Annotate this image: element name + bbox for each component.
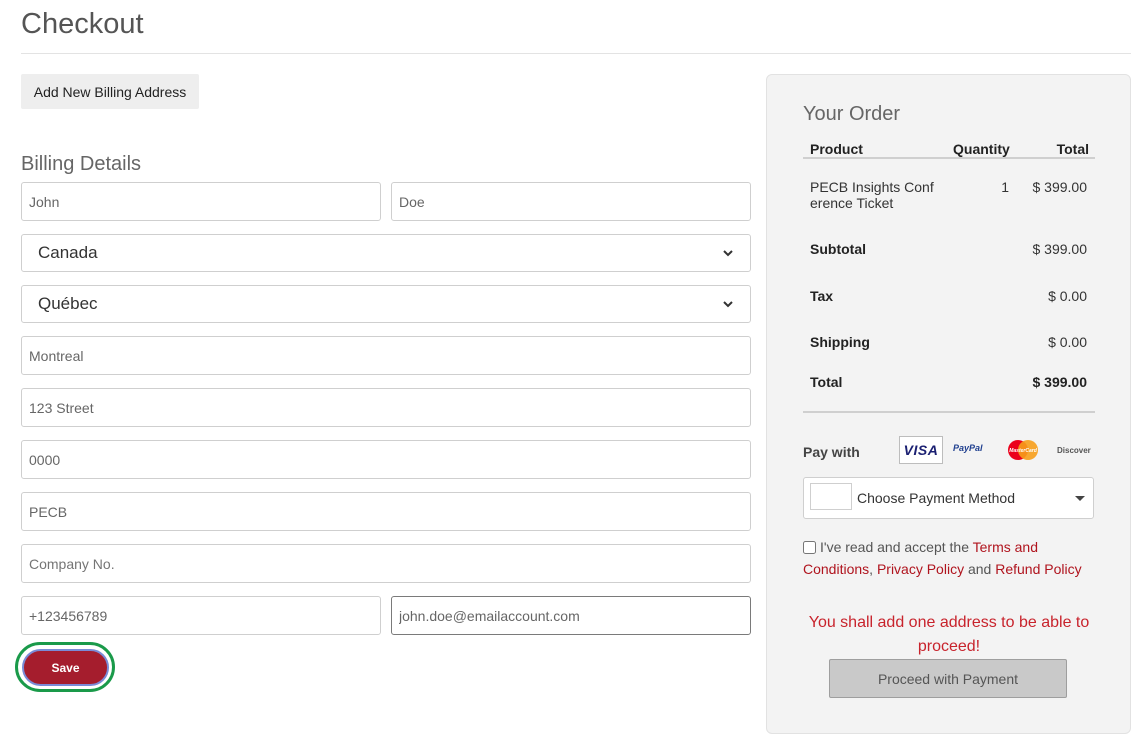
email-input[interactable] <box>391 596 751 635</box>
title-divider <box>21 53 1131 54</box>
first-name-input[interactable] <box>21 182 381 221</box>
total-value: $ 399.00 <box>1032 374 1088 390</box>
terms-and: and <box>964 561 996 577</box>
company-number-input[interactable] <box>21 544 751 583</box>
city-input[interactable] <box>21 336 751 375</box>
visa-icon: VISA <box>899 436 943 464</box>
last-name-input[interactable] <box>391 182 751 221</box>
proceed-with-payment-button[interactable]: Proceed with Payment <box>829 659 1067 698</box>
payment-method-select[interactable]: Choose Payment Method <box>803 477 1094 519</box>
street-input[interactable] <box>21 388 751 427</box>
caret-down-icon <box>1075 496 1085 501</box>
phone-input[interactable] <box>21 596 381 635</box>
terms-separator: , <box>869 561 877 577</box>
header-product: Product <box>810 141 863 157</box>
country-value: Canada <box>38 243 98 262</box>
product-name-line1: PECB Insights Conf <box>810 179 934 195</box>
chevron-down-icon <box>723 301 733 308</box>
save-button[interactable]: Save <box>22 649 109 686</box>
total-divider <box>803 411 1095 413</box>
province-value: Québec <box>38 294 98 313</box>
header-quantity: Quantity <box>953 141 1010 157</box>
discover-icon: Discover <box>1057 446 1091 455</box>
order-title: Your Order <box>803 103 901 125</box>
paypal-icon: PayPal <box>953 443 983 453</box>
header-total: Total <box>1056 141 1089 157</box>
terms-prefix: I've read and accept the <box>820 539 973 555</box>
country-select[interactable]: Canada <box>21 234 751 272</box>
privacy-policy-link[interactable]: Privacy Policy <box>877 561 964 577</box>
page-title: Checkout <box>21 8 144 40</box>
company-input[interactable] <box>21 492 751 531</box>
tax-value: $ 0.00 <box>1048 288 1087 304</box>
svg-text:MasterCard: MasterCard <box>1009 448 1037 454</box>
subtotal-value: $ 399.00 <box>1032 241 1088 257</box>
terms-consent: I've read and accept the Terms and Condi… <box>803 536 1103 580</box>
shipping-label: Shipping <box>810 334 870 350</box>
total-label: Total <box>810 374 843 390</box>
billing-details-title: Billing Details <box>21 153 142 175</box>
refund-policy-link[interactable]: Refund Policy <box>995 561 1081 577</box>
payment-method-placeholder: Choose Payment Method <box>857 490 1015 506</box>
payment-method-thumbnail <box>810 483 852 510</box>
terms-checkbox[interactable] <box>803 541 816 554</box>
product-total: $ 399.00 <box>1032 179 1088 195</box>
product-name-line2: erence Ticket <box>810 195 894 211</box>
header-divider <box>803 157 1095 159</box>
province-select[interactable]: Québec <box>21 285 751 323</box>
postal-code-input[interactable] <box>21 440 751 479</box>
tax-label: Tax <box>810 288 834 304</box>
mastercard-icon: MasterCard <box>1008 440 1038 460</box>
chevron-down-icon <box>723 250 733 257</box>
subtotal-label: Subtotal <box>810 241 866 257</box>
pay-with-label: Pay with <box>803 444 860 460</box>
add-billing-address-button[interactable]: Add New Billing Address <box>21 74 199 109</box>
address-warning: You shall add one address to be able to … <box>808 614 1090 655</box>
shipping-value: $ 0.00 <box>1048 334 1087 350</box>
order-summary-panel: Your Order Product Quantity Total PECB I… <box>766 74 1131 734</box>
product-quantity: 1 <box>1001 179 1009 195</box>
